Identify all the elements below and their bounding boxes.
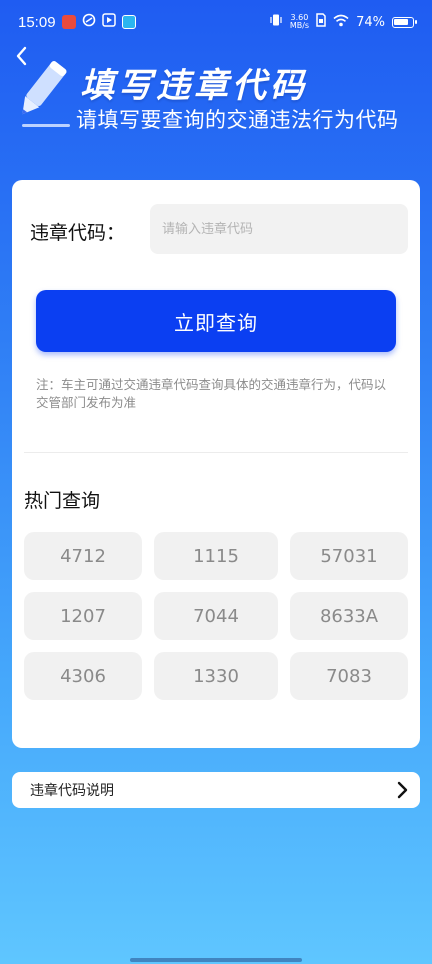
- code-explanation-label: 违章代码说明: [30, 783, 114, 799]
- hot-code-chip[interactable]: 57031: [290, 532, 408, 580]
- browser-app-icon: [121, 15, 136, 29]
- query-now-button[interactable]: 立即查询: [36, 290, 396, 352]
- sim-icon: [316, 13, 326, 31]
- net-speed: 3.60 MB/s: [290, 14, 309, 30]
- clock: 15:09: [18, 13, 56, 31]
- status-bar: 15:09 3.60 MB/s 74%: [0, 0, 432, 48]
- code-field-label: 违章代码：: [30, 222, 126, 244]
- sync-icon: [82, 13, 96, 31]
- query-note: 注：车主可通过交通违章代码查询具体的交通违章行为，代码以交管部门发布为准: [36, 377, 387, 410]
- page-subtitle: 请填写要查询的交通违法行为代码: [76, 108, 399, 132]
- notification-app-icon: [61, 15, 76, 29]
- net-speed-unit: MB/s: [289, 21, 310, 30]
- code-explanation-row[interactable]: 违章代码说明: [12, 772, 420, 808]
- hot-queries-grid: 4712 1115 57031 1207 7044 8633A 4306 133…: [24, 532, 408, 700]
- violation-code-input[interactable]: [150, 204, 408, 254]
- hot-code-chip[interactable]: 4712: [24, 532, 142, 580]
- media-icon: [101, 13, 116, 31]
- status-bar-left: 15:09: [18, 13, 136, 31]
- divider: [24, 452, 408, 453]
- hot-code-chip[interactable]: 7044: [154, 592, 278, 640]
- hot-queries-title: 热门查询: [24, 490, 101, 512]
- hot-code-chip[interactable]: 1115: [154, 532, 278, 580]
- chevron-right-icon: [397, 781, 408, 799]
- vibrate-icon: [269, 13, 283, 31]
- status-bar-right: 3.60 MB/s 74%: [269, 13, 417, 31]
- pencil-icon: [8, 56, 70, 130]
- home-indicator[interactable]: [130, 958, 302, 962]
- page-title: 填写违章代码: [80, 66, 308, 106]
- battery-icon: [392, 16, 417, 28]
- hot-code-chip[interactable]: 1330: [154, 652, 278, 700]
- wifi-icon: [333, 14, 349, 31]
- hot-code-chip[interactable]: 1207: [24, 592, 142, 640]
- hot-code-chip[interactable]: 4306: [24, 652, 142, 700]
- query-card: 违章代码： 立即查询 注：车主可通过交通违章代码查询具体的交通违章行为，代码以交…: [12, 180, 420, 748]
- battery-percent: 74%: [356, 14, 385, 30]
- hot-code-chip[interactable]: 8633A: [290, 592, 408, 640]
- hot-code-chip[interactable]: 7083: [290, 652, 408, 700]
